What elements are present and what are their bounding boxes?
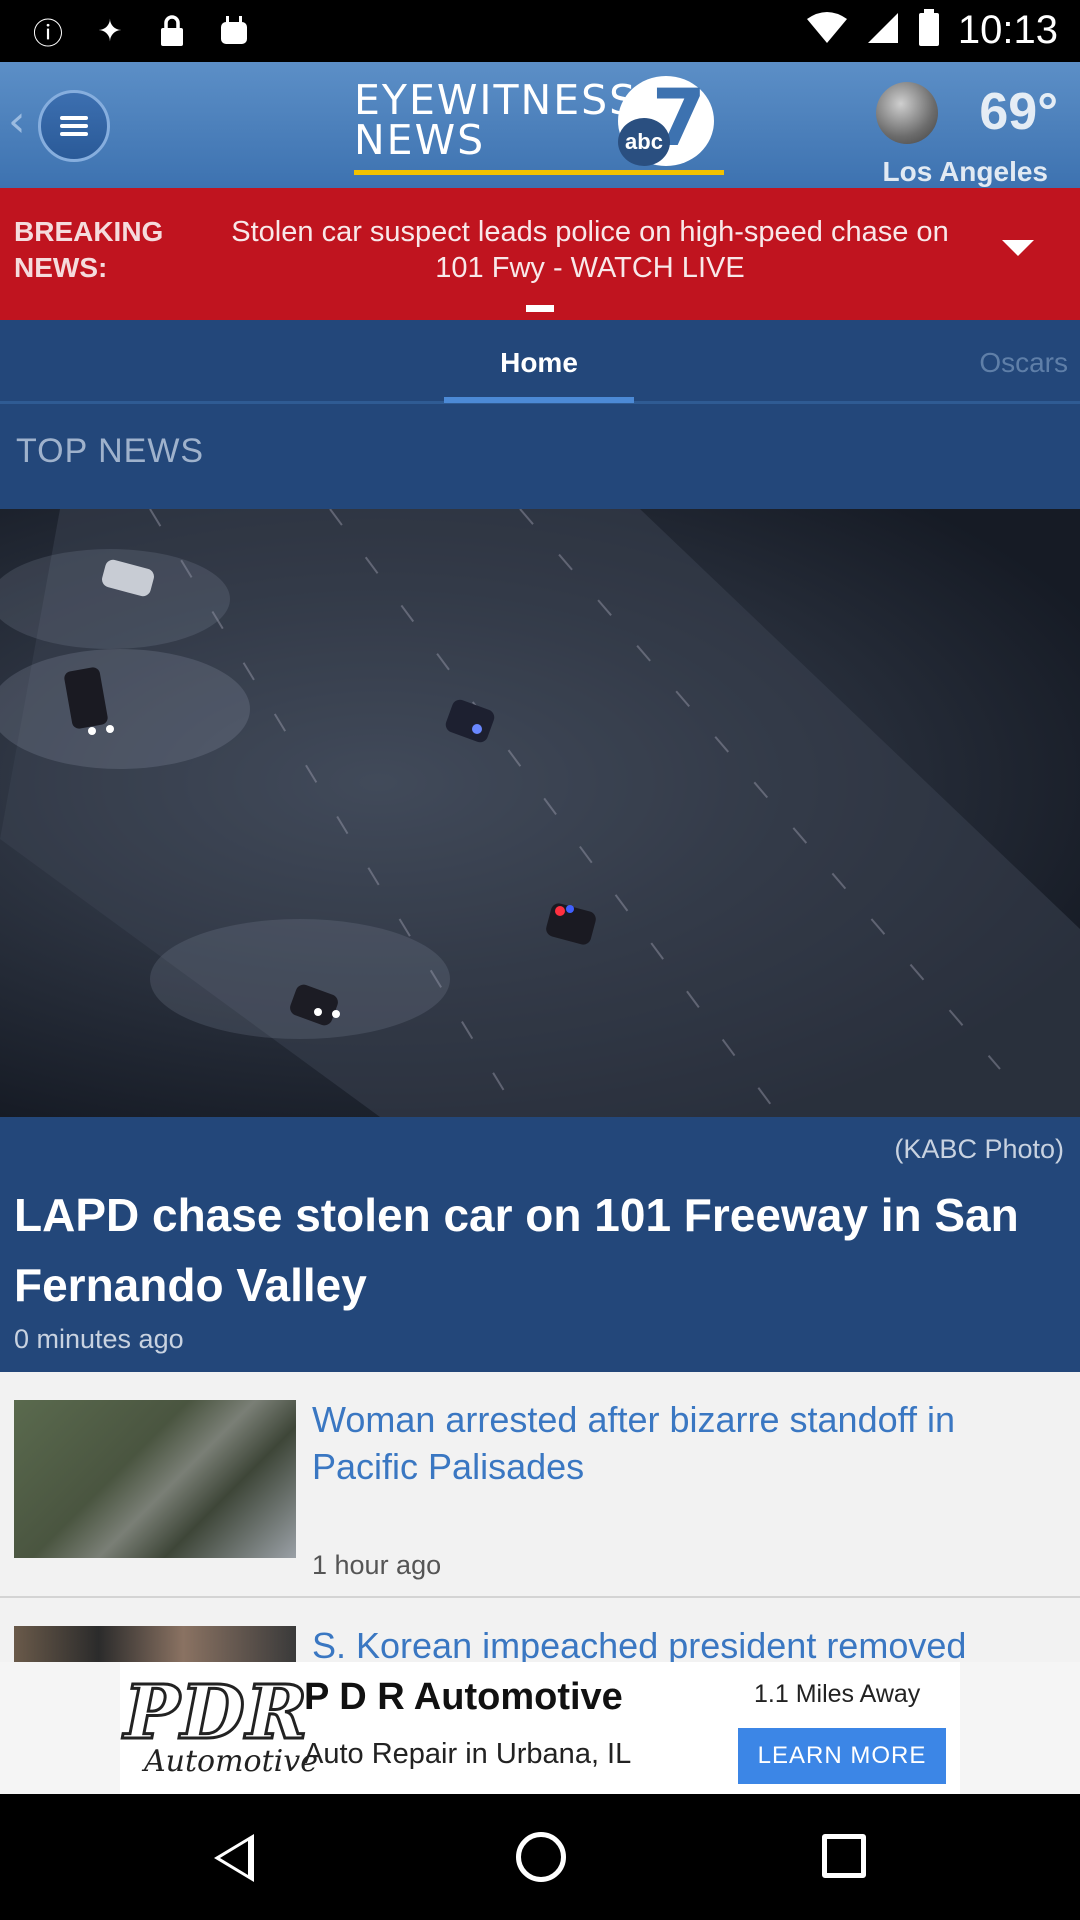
list-item[interactable]: Woman arrested after bizarre standoff in… — [0, 1372, 1080, 1598]
logo-underline — [354, 170, 724, 175]
story-title[interactable]: S. Korean impeached president removed — [312, 1622, 1052, 1662]
menu-button[interactable] — [38, 90, 110, 162]
android-debug-icon — [214, 12, 254, 50]
ad-distance: 1.1 Miles Away — [754, 1680, 921, 1708]
breaking-news-text[interactable]: Stolen car suspect leads police on high-… — [210, 214, 970, 286]
hamburger-icon — [60, 116, 88, 136]
top-news-section: TOP NEWS (KABC Photo) LAPD chase stolen … — [0, 404, 1080, 1372]
pdr-logo: PDR Automotive — [122, 1669, 317, 1786]
nav-recents-icon[interactable] — [822, 1834, 866, 1878]
eyewitness-news-logo[interactable]: EYEWITNESS NEWS 7 abc — [350, 74, 726, 176]
section-heading: TOP NEWS — [16, 432, 205, 470]
tab-home[interactable]: Home — [444, 320, 634, 403]
satellite-icon: ✦ — [97, 13, 123, 49]
back-chevron-icon[interactable]: ‹ — [8, 96, 26, 147]
hero-photo[interactable] — [0, 509, 1080, 1117]
story-thumbnail[interactable] — [14, 1626, 296, 1662]
lock-icon — [152, 12, 192, 50]
story-title[interactable]: Woman arrested after bizarre standoff in… — [312, 1396, 1052, 1490]
list-item[interactable]: S. Korean impeached president removed — [0, 1598, 1080, 1662]
breaking-label-line1: BREAKING — [14, 216, 164, 247]
breaking-news-banner[interactable]: BREAKING NEWS: Stolen car suspect leads … — [0, 188, 1080, 320]
wifi-icon — [806, 11, 848, 50]
logo-line1: EYEWITNESS — [354, 76, 638, 124]
app-header: ‹ EYEWITNESS NEWS 7 abc 69° Los Angeles — [0, 62, 1080, 188]
nav-home-icon[interactable] — [516, 1832, 566, 1882]
moon-icon — [876, 82, 938, 144]
story-list: Woman arrested after bizarre standoff in… — [0, 1372, 1080, 1662]
abc-badge: abc — [618, 118, 670, 166]
ad-business-name: P D R Automotive — [304, 1676, 623, 1718]
ad-banner[interactable]: PDR Automotive P D R Automotive Auto Rep… — [0, 1662, 1080, 1794]
page-indicator — [526, 305, 554, 312]
tab-oscars[interactable]: Oscars — [979, 320, 1068, 402]
story-thumbnail[interactable] — [14, 1400, 296, 1558]
signal-icon — [866, 11, 900, 50]
learn-more-button[interactable]: LEARN MORE — [738, 1728, 946, 1784]
logo-line2: NEWS — [354, 116, 486, 164]
breaking-news-label: BREAKING NEWS: — [14, 214, 163, 286]
story-timestamp: 1 hour ago — [312, 1550, 442, 1580]
status-bar: ⓘ ✦ 10:13 — [0, 0, 1080, 62]
system-nav-bar — [0, 1794, 1080, 1920]
temperature: 69° — [979, 83, 1058, 141]
headline-timestamp: 0 minutes ago — [14, 1324, 184, 1354]
expand-caret-icon[interactable] — [1002, 240, 1034, 256]
city-name: Los Angeles — [882, 156, 1048, 187]
breaking-label-line2: NEWS: — [14, 252, 108, 283]
weather-widget[interactable]: 69° Los Angeles — [860, 76, 1060, 187]
photo-credit: (KABC Photo) — [894, 1134, 1064, 1164]
nav-back-icon[interactable] — [214, 1834, 254, 1882]
pdr-logo-subtext: Automotive — [144, 1744, 318, 1779]
ad-content: PDR Automotive P D R Automotive Auto Rep… — [120, 1662, 960, 1794]
battery-icon — [918, 9, 940, 52]
clock: 10:13 — [957, 8, 1058, 52]
section-tabs: Home Oscars — [0, 320, 1080, 404]
ad-subtitle: Auto Repair in Urbana, IL — [304, 1738, 632, 1770]
top-headline[interactable]: LAPD chase stolen car on 101 Freeway in … — [14, 1180, 1054, 1320]
alert-icon: ⓘ — [33, 17, 63, 52]
